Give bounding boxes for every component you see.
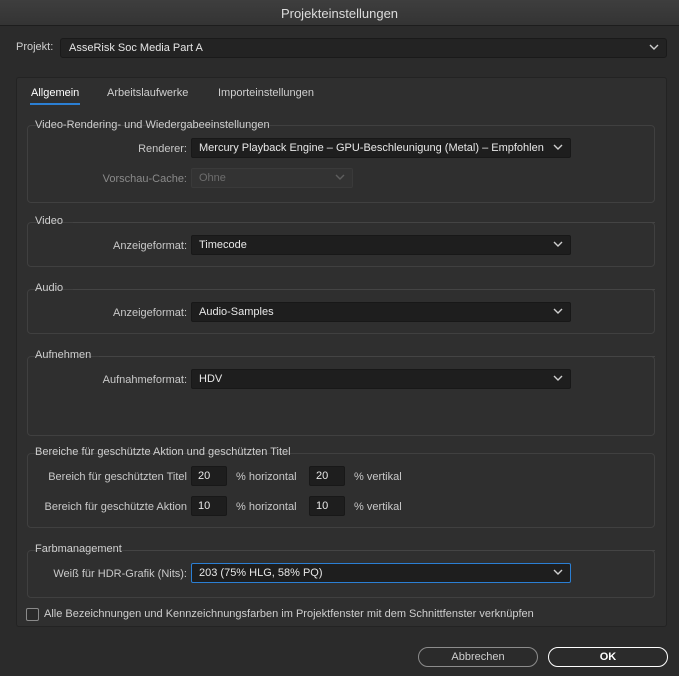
capture-format-value: HDV bbox=[199, 373, 223, 385]
video-format-select[interactable]: Timecode bbox=[191, 235, 571, 255]
link-labels-checkbox-label[interactable]: Alle Bezeichnungen und Kennzeichnungsfar… bbox=[44, 608, 534, 620]
capture-format-label: Aufnahmeformat: bbox=[102, 374, 187, 386]
chevron-down-icon bbox=[335, 172, 345, 182]
video-format-value: Timecode bbox=[199, 239, 247, 251]
preview-cache-value: Ohne bbox=[199, 172, 226, 184]
chevron-down-icon bbox=[553, 373, 563, 383]
tab-allgemein[interactable]: Allgemein bbox=[29, 87, 81, 105]
preview-cache-select: Ohne bbox=[191, 168, 353, 188]
chevron-down-icon bbox=[553, 306, 563, 316]
capture-group bbox=[27, 356, 655, 436]
chevron-down-icon bbox=[553, 142, 563, 152]
action-safe-vertical-unit: % vertikal bbox=[354, 501, 402, 513]
title-safe-vertical-unit: % vertikal bbox=[354, 471, 402, 483]
settings-panel: Allgemein Arbeitslaufwerke Importeinstel… bbox=[16, 77, 667, 627]
rendering-group bbox=[27, 125, 655, 203]
renderer-select[interactable]: Mercury Playback Engine – GPU-Beschleuni… bbox=[191, 138, 571, 158]
title-safe-vertical-input[interactable]: 20 bbox=[309, 466, 345, 486]
title-safe-label: Bereich für geschützten Titel bbox=[48, 471, 187, 483]
audio-format-select[interactable]: Audio-Samples bbox=[191, 302, 571, 322]
action-safe-label: Bereich für geschützte Aktion bbox=[44, 501, 187, 513]
safe-areas-group-title: Bereiche für geschützte Aktion und gesch… bbox=[35, 446, 291, 458]
chevron-down-icon bbox=[649, 42, 659, 52]
hdr-white-label: Weiß für HDR-Grafik (Nits): bbox=[53, 568, 187, 580]
chevron-down-icon bbox=[553, 239, 563, 249]
title-safe-horizontal-unit: % horizontal bbox=[236, 471, 297, 483]
project-select[interactable]: AsseRisk Soc Media Part A bbox=[60, 38, 667, 58]
capture-format-select[interactable]: HDV bbox=[191, 369, 571, 389]
divider bbox=[99, 356, 655, 357]
tab-importeinstellungen[interactable]: Importeinstellungen bbox=[218, 87, 314, 99]
capture-group-title: Aufnehmen bbox=[35, 349, 92, 361]
audio-format-value: Audio-Samples bbox=[199, 306, 274, 318]
video-format-label: Anzeigeformat: bbox=[113, 240, 187, 252]
divider bbox=[73, 289, 655, 290]
tab-arbeitslaufwerke[interactable]: Arbeitslaufwerke bbox=[107, 87, 188, 99]
cancel-button[interactable]: Abbrechen bbox=[418, 647, 538, 667]
action-safe-horizontal-unit: % horizontal bbox=[236, 501, 297, 513]
hdr-white-select[interactable]: 203 (75% HLG, 58% PQ) bbox=[191, 563, 571, 583]
video-group-title: Video bbox=[35, 215, 63, 227]
renderer-value: Mercury Playback Engine – GPU-Beschleuni… bbox=[199, 142, 544, 154]
chevron-down-icon bbox=[553, 567, 563, 577]
color-management-group-title: Farbmanagement bbox=[35, 543, 122, 555]
title-bar: Projekteinstellungen bbox=[0, 0, 679, 26]
audio-group-title: Audio bbox=[35, 282, 64, 294]
title-safe-horizontal-input[interactable]: 20 bbox=[191, 466, 227, 486]
preview-cache-label: Vorschau-Cache: bbox=[102, 173, 187, 185]
divider bbox=[73, 222, 655, 223]
action-safe-vertical-input[interactable]: 10 bbox=[309, 496, 345, 516]
hdr-white-value: 203 (75% HLG, 58% PQ) bbox=[199, 567, 323, 579]
safe-areas-group bbox=[27, 453, 655, 528]
divider bbox=[125, 550, 655, 551]
action-safe-horizontal-input[interactable]: 10 bbox=[191, 496, 227, 516]
project-label: Projekt: bbox=[16, 41, 54, 53]
audio-format-label: Anzeigeformat: bbox=[113, 307, 187, 319]
renderer-label: Renderer: bbox=[138, 143, 187, 155]
link-labels-checkbox[interactable] bbox=[26, 608, 39, 621]
window-title: Projekteinstellungen bbox=[280, 6, 399, 21]
ok-button[interactable]: OK bbox=[548, 647, 668, 667]
rendering-group-title: Video-Rendering- und Wiedergabeeinstellu… bbox=[35, 119, 270, 131]
project-row: Projekt: AsseRisk Soc Media Part A bbox=[16, 38, 667, 58]
project-value: AsseRisk Soc Media Part A bbox=[69, 42, 203, 54]
